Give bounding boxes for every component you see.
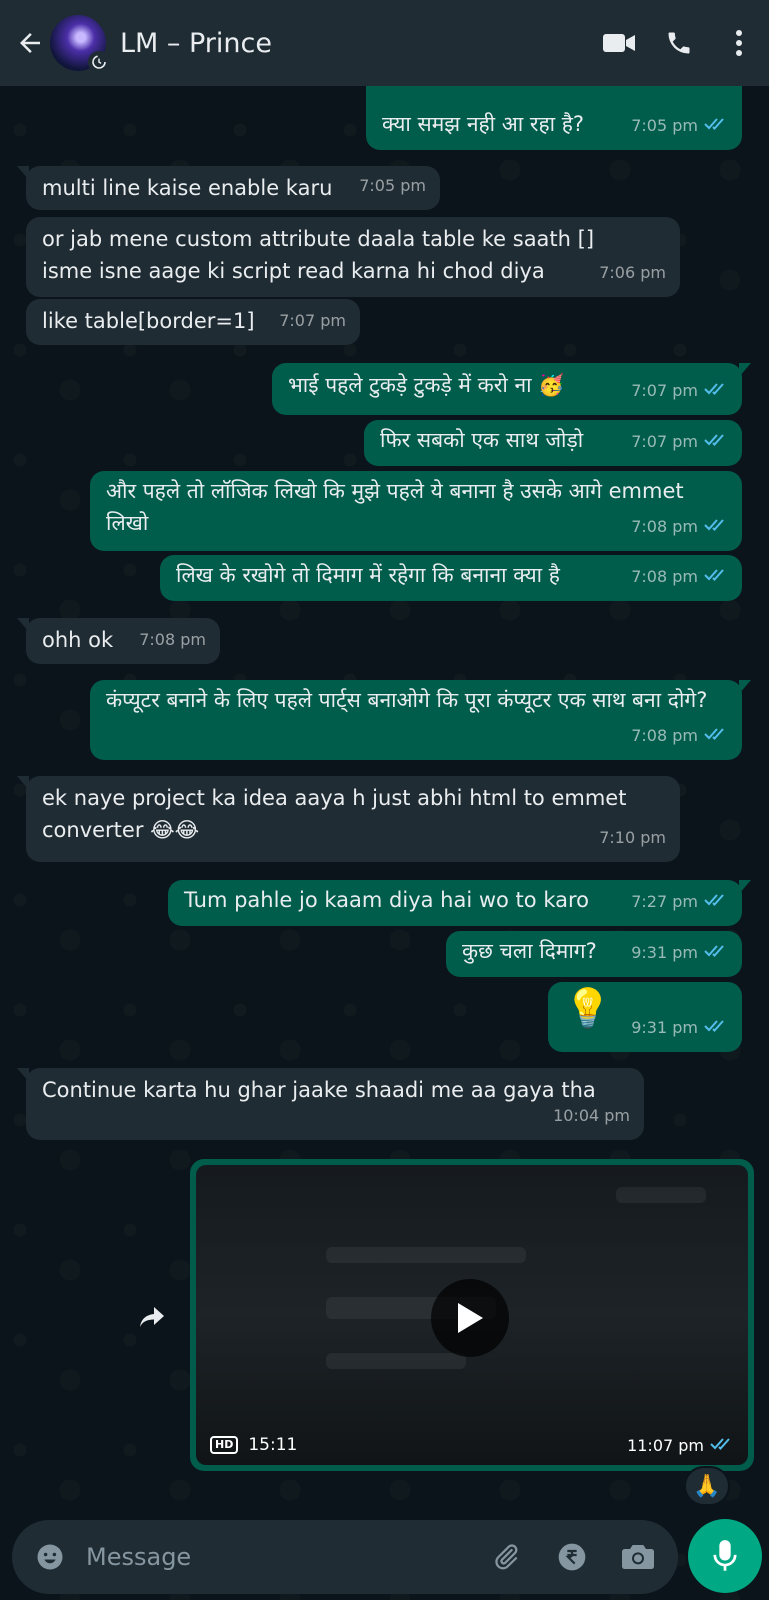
message-text: multi line kaise enable karu <box>42 176 333 200</box>
message-time: 7:05 pm <box>631 116 698 135</box>
message-text: कुछ चला दिमाग? <box>462 939 597 963</box>
read-ticks-icon <box>704 937 728 969</box>
more-options-icon[interactable] <box>717 21 761 65</box>
message-incoming[interactable]: ek naye project ka idea aaya h just abhi… <box>17 776 680 862</box>
video-duration: 15:11 <box>248 1435 298 1455</box>
back-arrow-icon[interactable] <box>12 25 48 61</box>
emoji-icon[interactable] <box>28 1535 72 1579</box>
video-thumbnail[interactable]: HD 15:11 11:07 pm <box>196 1165 748 1465</box>
message-text: फिर सबको एक साथ जोड़ो <box>380 428 584 452</box>
message-text: like table[border=1] <box>42 309 255 333</box>
message-meta: 7:27 pm <box>631 886 728 918</box>
message-outgoing[interactable]: Tum pahle jo kaam diya hai wo to karo 7:… <box>168 880 751 926</box>
read-ticks-icon <box>704 511 728 543</box>
play-icon[interactable] <box>431 1279 509 1357</box>
message-time: 7:07 pm <box>631 381 698 400</box>
message-incoming[interactable]: like table[border=1] 7:07 pm <box>26 299 360 345</box>
camera-icon[interactable] <box>616 1535 660 1579</box>
message-meta: 11:07 pm <box>627 1436 734 1455</box>
message-time: 7:07 pm <box>631 432 698 451</box>
message-outgoing[interactable]: फिर सबको एक साथ जोड़ो 7:07 pm <box>364 420 742 466</box>
message-time: 10:04 pm <box>553 1106 630 1125</box>
message-time: 9:31 pm <box>631 1018 698 1037</box>
message-time: 7:05 pm <box>359 176 426 195</box>
voice-call-icon[interactable] <box>657 21 701 65</box>
contact-name[interactable]: LM – Prince <box>120 28 597 59</box>
message-time: 7:08 pm <box>631 517 698 536</box>
message-incoming[interactable]: Continue karta hu ghar jaake shaadi me a… <box>17 1068 644 1140</box>
message-outgoing[interactable]: भाई पहले टुकड़े टुकड़े में करो ना 🥳 7:07… <box>272 363 751 415</box>
message-time: 11:07 pm <box>627 1436 704 1455</box>
read-ticks-icon <box>704 110 728 142</box>
message-time: 7:07 pm <box>279 311 346 330</box>
message-outgoing[interactable]: और पहले तो लॉजिक लिखो कि मुझे पहले ये बन… <box>90 471 742 551</box>
hd-badge: HD <box>210 1436 239 1454</box>
message-input[interactable]: Message <box>86 1543 484 1571</box>
chat-header: LM – Prince <box>0 0 769 86</box>
message-text: Continue karta hu ghar jaake shaadi me a… <box>42 1078 596 1102</box>
message-text: Tum pahle jo kaam diya hai wo to karo <box>184 888 589 912</box>
message-text: भाई पहले टुकड़े टुकड़े में करो ना 🥳 <box>288 373 565 397</box>
message-incoming[interactable]: or jab mene custom attribute daala table… <box>26 217 680 297</box>
message-text: क्या समझ नही आ रहा है? <box>382 112 585 136</box>
read-ticks-icon <box>704 1012 728 1044</box>
read-ticks-icon <box>704 561 728 593</box>
video-call-icon[interactable] <box>597 21 641 65</box>
message-meta: 7:07 pm <box>631 426 728 458</box>
disappearing-timer-icon <box>88 51 110 73</box>
message-meta: 9:31 pm <box>631 937 728 969</box>
message-time: 7:08 pm <box>631 726 698 745</box>
blurred-content <box>616 1187 706 1203</box>
message-meta: 9:31 pm <box>631 1012 728 1044</box>
blurred-content <box>326 1247 526 1263</box>
lightbulb-emoji: 💡 <box>564 986 612 1030</box>
message-text: कंप्यूटर बनाने के लिए पहले पार्ट्स बनाओग… <box>106 688 708 712</box>
message-time: 7:27 pm <box>631 892 698 911</box>
read-ticks-icon <box>704 426 728 458</box>
avatar[interactable] <box>50 15 110 73</box>
video-message[interactable]: HD 15:11 11:07 pm <box>190 1159 754 1471</box>
message-time: 7:08 pm <box>139 630 206 649</box>
message-outgoing[interactable]: लिख के रखोगे तो दिमाग में रहेगा कि बनाना… <box>160 555 742 601</box>
message-meta: 7:08 pm <box>631 511 728 543</box>
message-outgoing[interactable]: कंप्यूटर बनाने के लिए पहले पार्ट्स बनाओग… <box>90 680 751 760</box>
read-ticks-icon <box>704 886 728 918</box>
message-time: 7:08 pm <box>631 567 698 586</box>
message-meta: 7:07 pm <box>631 375 728 407</box>
message-meta: 7:08 pm <box>631 561 728 593</box>
message-meta: 7:05 pm <box>631 110 728 142</box>
message-time: 7:06 pm <box>599 263 666 282</box>
message-time: 9:31 pm <box>631 943 698 962</box>
message-outgoing[interactable]: कुछ चला दिमाग? 9:31 pm <box>446 931 742 977</box>
message-text: और पहले तो लॉजिक लिखो कि मुझे पहले ये बन… <box>106 479 684 535</box>
attach-icon[interactable] <box>484 1535 528 1579</box>
read-ticks-icon <box>704 375 728 407</box>
message-incoming[interactable]: multi line kaise enable karu 7:05 pm <box>17 166 440 210</box>
message-meta: 7:08 pm <box>631 720 728 752</box>
message-text: or jab mene custom attribute daala table… <box>42 227 595 283</box>
message-outgoing[interactable]: 💡 9:31 pm <box>548 982 742 1052</box>
message-time: 7:10 pm <box>599 828 666 847</box>
chat-area: क्या समझ नही आ रहा है? 7:05 pm multi lin… <box>0 0 769 1600</box>
message-text: ek naye project ka idea aaya h just abhi… <box>42 786 627 842</box>
payment-rupee-icon[interactable] <box>550 1535 594 1579</box>
reaction-badge[interactable]: 🙏 <box>684 1466 730 1506</box>
message-text: ohh ok <box>42 628 114 652</box>
message-composer: Message <box>12 1520 678 1594</box>
blurred-content <box>326 1353 466 1369</box>
read-ticks-icon <box>710 1436 734 1455</box>
forward-icon[interactable] <box>130 1295 174 1339</box>
message-incoming[interactable]: ohh ok 7:08 pm <box>17 618 220 664</box>
video-info: HD 15:11 <box>210 1435 297 1455</box>
read-ticks-icon <box>704 720 728 752</box>
message-text: लिख के रखोगे तो दिमाग में रहेगा कि बनाना… <box>176 563 560 587</box>
mic-icon[interactable] <box>688 1519 762 1593</box>
